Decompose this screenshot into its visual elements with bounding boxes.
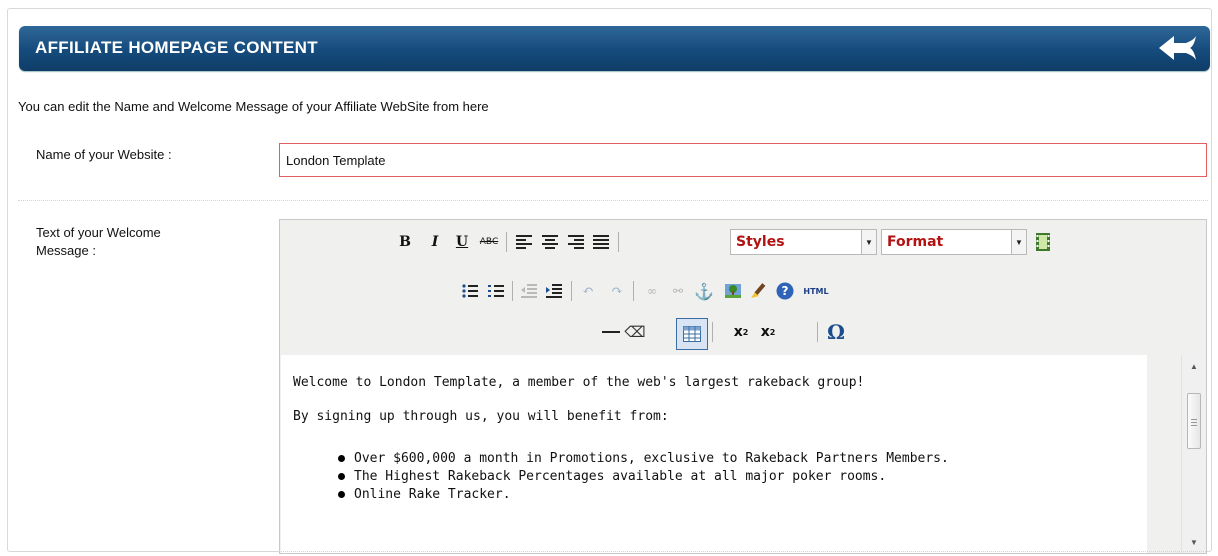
subscript-button[interactable]: x2 (730, 321, 752, 343)
toolbar-separator (506, 232, 507, 252)
unlink-icon[interactable]: ⚯ (667, 280, 689, 302)
align-right-icon[interactable] (565, 231, 587, 253)
format-dropdown-label: Format (887, 234, 944, 250)
styles-dropdown-label: Styles (736, 234, 785, 250)
svg-text:?: ? (782, 284, 789, 298)
undo-icon[interactable]: ↶ (577, 280, 599, 302)
scroll-down-arrow-icon[interactable]: ▼ (1182, 533, 1206, 551)
html-source-button[interactable]: HTML (801, 280, 831, 302)
align-justify-icon[interactable] (590, 231, 612, 253)
back-arrow-icon[interactable] (1156, 32, 1200, 64)
bullet-list-icon[interactable] (459, 280, 481, 302)
anchor-icon[interactable]: ⚓ (693, 280, 715, 302)
row-divider (18, 551, 1208, 552)
styles-dropdown[interactable]: Styles ▼ (730, 229, 877, 255)
toolbar-row-2: ↶ ↷ ∞ ⚯ ⚓ ? HTML (280, 280, 1206, 310)
benefits-list: Over $600,000 a month in Promotions, exc… (338, 451, 1138, 505)
editor-content-area[interactable]: Welcome to London Template, a member of … (281, 355, 1147, 553)
image-icon[interactable] (722, 280, 744, 302)
chevron-down-icon: ▼ (1011, 230, 1026, 254)
indent-icon[interactable] (543, 280, 565, 302)
table-icon[interactable] (676, 318, 708, 350)
numbered-list-icon[interactable] (485, 280, 507, 302)
toolbar-separator (712, 322, 713, 342)
toolbar-row-1: B I U ABC Styles ▼ Format ▼ (280, 229, 1206, 261)
list-item: The Highest Rakeback Percentages availab… (338, 469, 1138, 485)
link-icon[interactable]: ∞ (641, 280, 663, 302)
special-character-button[interactable]: Ω (825, 320, 847, 344)
italic-button[interactable]: I (424, 231, 446, 253)
outdent-icon[interactable] (518, 280, 540, 302)
benefits-intro-paragraph: By signing up through us, you will benef… (293, 409, 669, 424)
horizontal-rule-icon[interactable] (600, 321, 622, 343)
welcome-label-line1: Text of your Welcome (36, 225, 161, 240)
list-item: Online Rake Tracker. (338, 487, 1138, 503)
underline-button[interactable]: U (451, 231, 473, 253)
welcome-paragraph: Welcome to London Template, a member of … (293, 375, 865, 390)
section-title: AFFILIATE HOMEPAGE CONTENT (35, 38, 318, 57)
eraser-icon[interactable]: ⌫ (624, 321, 646, 343)
bold-button[interactable]: B (394, 231, 416, 253)
help-icon[interactable]: ? (774, 280, 796, 302)
strikethrough-button[interactable]: ABC (478, 231, 500, 253)
align-left-icon[interactable] (513, 231, 535, 253)
welcome-label-line2: Message : (36, 243, 96, 258)
website-name-label: Name of your Website : (36, 147, 172, 162)
toolbar-separator (817, 322, 818, 342)
media-film-icon[interactable] (1032, 231, 1054, 253)
list-item: Over $600,000 a month in Promotions, exc… (338, 451, 1138, 467)
scroll-up-arrow-icon[interactable]: ▲ (1182, 357, 1206, 375)
superscript-label: x (760, 324, 770, 340)
subscript-label: x (733, 324, 743, 340)
superscript-button[interactable]: x2 (757, 321, 779, 343)
toolbar-row-3: ⌫ x2 x2 Ω (280, 318, 1206, 351)
format-dropdown[interactable]: Format ▼ (881, 229, 1027, 255)
welcome-message-label: Text of your Welcome Message : (36, 224, 161, 260)
toolbar-separator (633, 281, 634, 301)
align-center-icon[interactable] (539, 231, 561, 253)
intro-text: You can edit the Name and Welcome Messag… (18, 99, 489, 114)
chevron-down-icon: ▼ (861, 230, 876, 254)
editor-scrollbar[interactable]: ▲ ▼ (1181, 355, 1205, 553)
redo-icon[interactable]: ↷ (606, 280, 628, 302)
toolbar-separator (512, 281, 513, 301)
cleanup-brush-icon[interactable] (748, 280, 770, 302)
website-name-input[interactable] (279, 143, 1207, 177)
rich-text-editor: B I U ABC Styles ▼ Format ▼ ↶ ↷ ∞ ⚯ ⚓ ? … (279, 219, 1207, 554)
toolbar-separator (571, 281, 572, 301)
section-header: AFFILIATE HOMEPAGE CONTENT (19, 26, 1210, 71)
toolbar-separator (618, 232, 619, 252)
row-divider (18, 200, 1208, 201)
scrollbar-thumb[interactable] (1187, 393, 1201, 449)
